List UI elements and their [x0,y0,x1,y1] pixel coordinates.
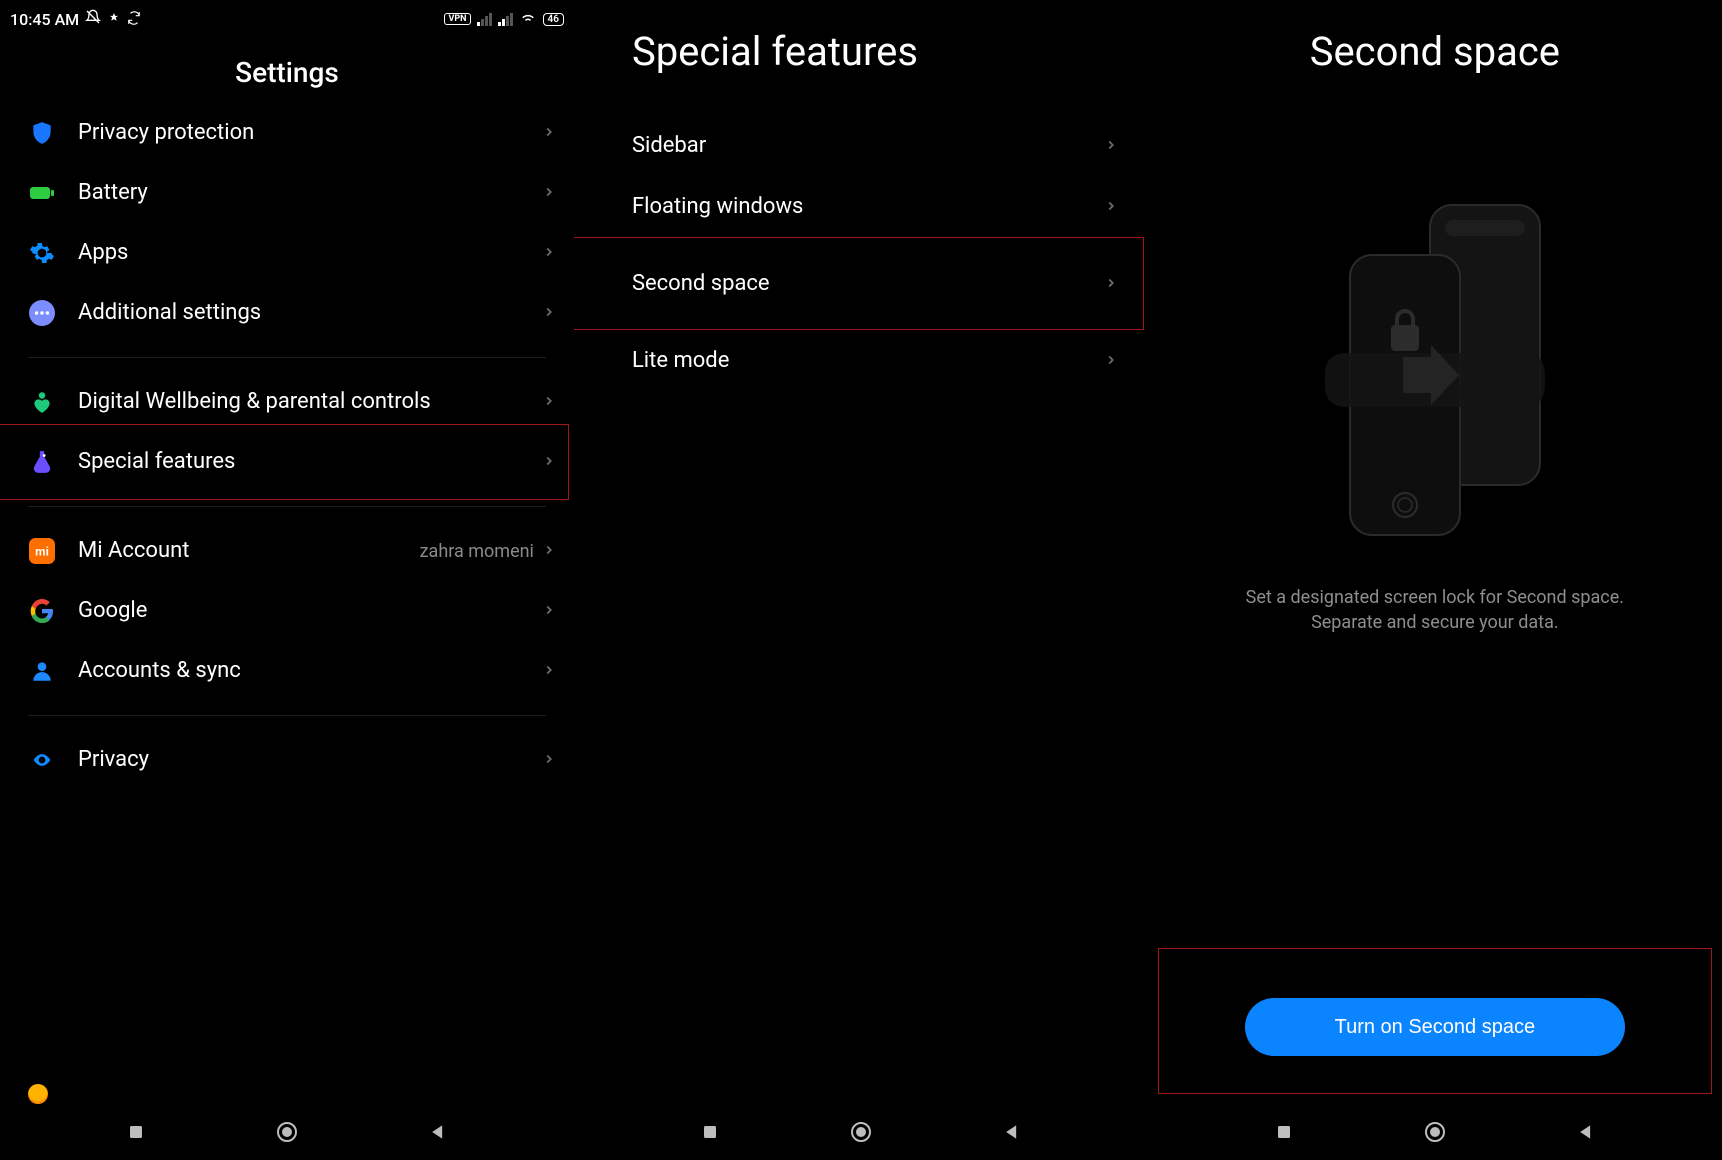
row-label: Second space [632,271,1104,296]
feature-list: Sidebar Floating windows Second space Li… [574,115,1148,1104]
chevron-right-icon [542,124,556,143]
shield-icon [28,119,56,147]
row-label: Privacy protection [78,119,542,147]
row-digital-wellbeing[interactable]: Digital Wellbeing & parental controls [0,372,574,432]
row-label: Accounts & sync [78,657,542,685]
nav-back-button[interactable] [999,1119,1025,1145]
second-space-screen: Second space Set a designated screen loc… [1148,0,1722,1160]
nav-recent-button[interactable] [123,1119,149,1145]
divider [28,357,546,358]
page-title: Special features [574,0,1148,115]
row-additional-settings[interactable]: Additional settings [0,283,574,343]
row-label: Floating windows [632,194,1104,219]
row-battery[interactable]: Battery [0,163,574,223]
phones-illustration-icon [1315,195,1555,545]
nav-home-button[interactable] [1422,1119,1448,1145]
chevron-right-icon [1104,194,1118,219]
battery-row-icon [28,179,56,207]
nav-bar [0,1104,574,1160]
row-label: Digital Wellbeing & parental controls [78,388,542,416]
chevron-right-icon [542,244,556,263]
settings-list: Privacy protection Battery Apps Addition… [0,103,574,1104]
row-label: Apps [78,239,542,267]
description-line1: Set a designated screen lock for Second … [1246,585,1624,610]
eye-icon [28,746,56,774]
row-label: Privacy [78,746,542,774]
page-title: Settings [0,38,574,103]
row-label: Mi Account [78,537,420,565]
chevron-right-icon [542,662,556,681]
chevron-right-icon [1104,348,1118,373]
special-features-screen: Special features Sidebar Floating window… [574,0,1148,1160]
status-time: 10:45 AM [10,10,79,29]
row-label: Battery [78,179,542,207]
page-title: Second space [1148,0,1722,115]
signal1-icon [477,12,492,26]
nav-back-button[interactable] [425,1119,451,1145]
row-privacy-protection[interactable]: Privacy protection [0,103,574,163]
divider [28,715,546,716]
row-special-features[interactable]: Special features [0,432,574,492]
chevron-right-icon [1104,271,1118,296]
signal2-icon [498,12,513,26]
description-line2: Separate and secure your data. [1311,610,1559,635]
chevron-right-icon [542,453,556,472]
nav-recent-button[interactable] [1271,1119,1297,1145]
vpn-icon: VPN [444,13,470,25]
row-peek-icon [28,1084,48,1104]
wifi-icon [519,8,537,30]
status-bar: 10:45 AM VPN 46 [0,0,574,38]
row-label: Special features [78,448,542,476]
row-accounts-sync[interactable]: Accounts & sync [0,641,574,701]
row-label: Lite mode [632,348,1104,373]
row-sublabel: zahra momeni [420,541,534,562]
cta-wrap: Turn on Second space [1148,998,1722,1104]
nav-bar [1148,1104,1722,1160]
nav-back-button[interactable] [1573,1119,1599,1145]
turn-on-second-space-button[interactable]: Turn on Second space [1245,998,1625,1056]
wellbeing-icon [28,388,56,416]
chevron-right-icon [542,184,556,203]
row-label: Sidebar [632,133,1104,158]
nav-home-button[interactable] [274,1119,300,1145]
row-privacy[interactable]: Privacy [0,730,574,790]
divider [28,506,546,507]
dots-icon [28,299,56,327]
chevron-right-icon [542,542,556,561]
row-lite-mode[interactable]: Lite mode [574,330,1148,391]
battery-icon: 46 [543,13,564,26]
nav-recent-button[interactable] [697,1119,723,1145]
mi-icon: mi [28,537,56,565]
svg-text:mi: mi [35,544,49,558]
row-label: Google [78,597,542,625]
row-apps[interactable]: Apps [0,223,574,283]
sync-icon [127,10,141,29]
nav-home-button[interactable] [848,1119,874,1145]
nav-bar [574,1104,1148,1160]
chevron-right-icon [542,393,556,412]
dnd-icon [85,9,101,29]
gear-icon [28,239,56,267]
flask-icon [28,448,56,476]
chevron-right-icon [1104,133,1118,158]
row-floating-windows[interactable]: Floating windows [574,176,1148,237]
settings-screen: 10:45 AM VPN 46 Settings [0,0,574,1160]
chevron-right-icon [542,602,556,621]
location-icon [107,10,121,29]
row-mi-account[interactable]: mi Mi Account zahra momeni [0,521,574,581]
chevron-right-icon [542,751,556,770]
row-second-space[interactable]: Second space [574,237,1148,330]
chevron-right-icon [542,304,556,323]
row-sidebar[interactable]: Sidebar [574,115,1148,176]
row-google[interactable]: Google [0,581,574,641]
user-icon [28,657,56,685]
google-icon [28,597,56,625]
hero-area: Set a designated screen lock for Second … [1148,115,1722,998]
row-label: Additional settings [78,299,542,327]
